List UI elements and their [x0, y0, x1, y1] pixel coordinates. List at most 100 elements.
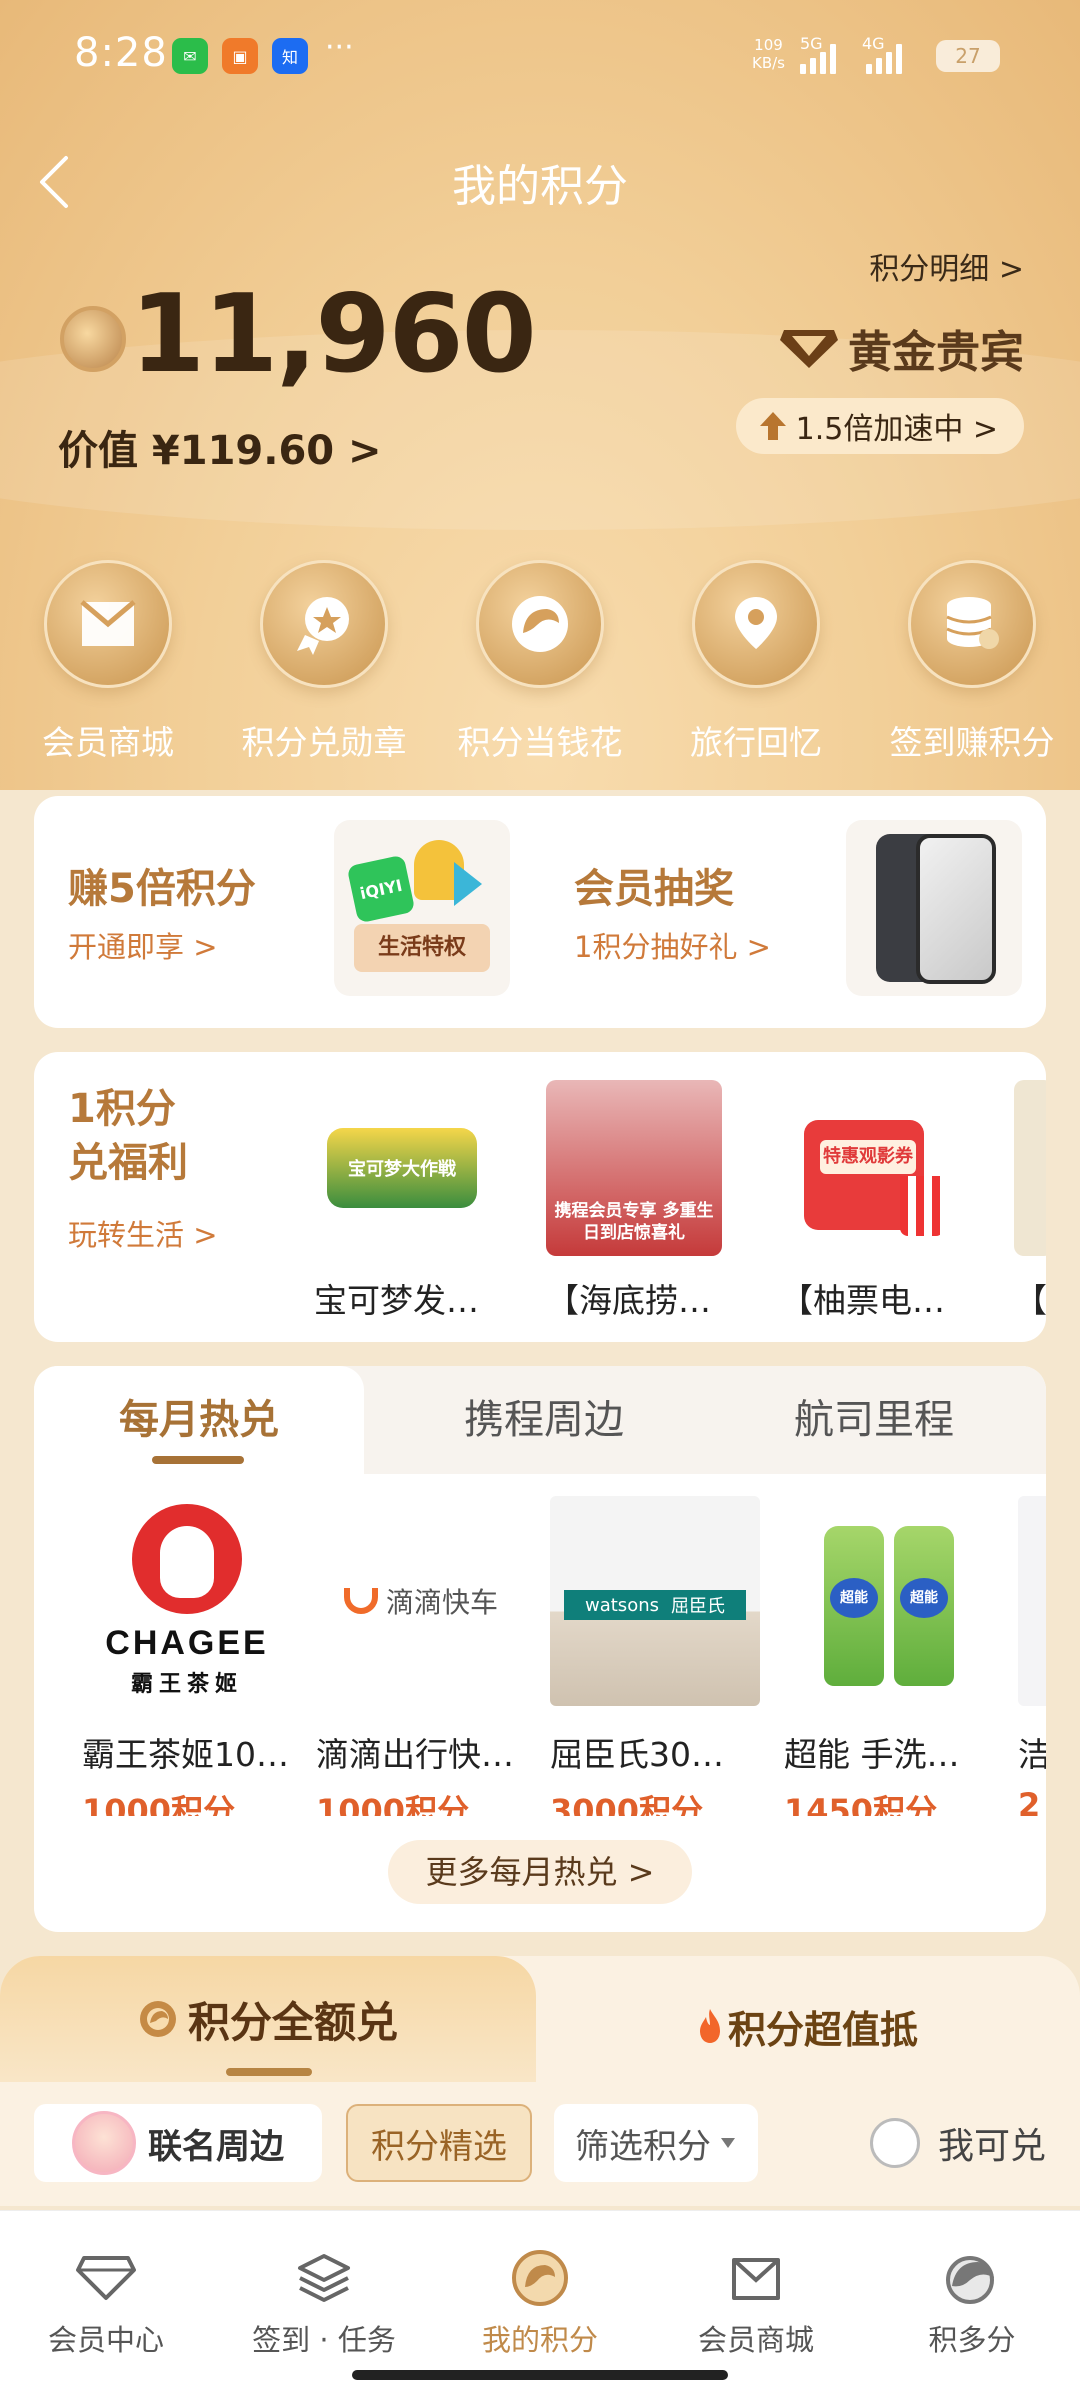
exchange-section: 积分全额兑 积分超值抵 联名周边 积分精选 筛选积分 我可兑: [0, 1956, 1080, 2206]
product-card[interactable]: 洁 2: [1018, 1496, 1046, 1816]
nav-label: 会员中心: [47, 2323, 164, 2357]
iqiyi-privilege-image: iQIYI 生活特权: [334, 820, 510, 996]
hot-tabs: 每月热兑 携程周边 航司里程: [34, 1366, 1046, 1474]
promo-title-earn: 赚5倍积分: [68, 866, 256, 912]
quick-action-medal[interactable]: 积分兑勋章: [221, 560, 427, 780]
page: 8:28 ✉ ▣ 知 ··· 109 KB/s 5G 4G 27 我的积分 积分…: [0, 0, 1080, 2400]
can-exchange-label: 我可兑: [937, 2126, 1046, 2167]
watsons-logo: watsons 屈臣氏: [564, 1590, 746, 1620]
product-card[interactable]: CHAGEE 霸王茶姬 霸王茶姬10… 1000积分: [82, 1496, 292, 1816]
welfare-item-name: 【海底捞…: [546, 1281, 711, 1320]
tab-value-offset[interactable]: 积分超值抵: [536, 1970, 1080, 2082]
nav-label: 积多分: [928, 2323, 1016, 2357]
didi-thumb: 滴滴快车: [316, 1496, 526, 1706]
caret-down-icon: [721, 2138, 735, 2148]
welfare-item-name: 宝可梦发…: [314, 1281, 479, 1320]
signal-5g-icon: [800, 40, 836, 74]
phone-front: [916, 834, 996, 984]
mall-bag-icon: [724, 2249, 788, 2307]
detergent-thumb: 超能 超能: [784, 1496, 994, 1706]
battery-icon: 27: [936, 40, 1000, 72]
more-monthly-hot-button[interactable]: 更多每月热兑 >: [388, 1840, 692, 1904]
movie-ticket-thumb: 特惠观影券: [780, 1080, 956, 1256]
nav-member-center[interactable]: 会员中心: [6, 2249, 206, 2359]
welfare-card: 1积分 兑福利 玩转生活 > 宝可梦大作戦 宝可梦发… 携程会员专享 多重生日到…: [34, 1052, 1046, 1342]
nav-earn-more[interactable]: 积多分: [872, 2249, 1072, 2359]
iqiyi-logo: iQIYI: [346, 854, 416, 924]
nav-label: 我的积分: [481, 2323, 598, 2357]
coin-icon: [476, 560, 604, 688]
filter-points-dropdown[interactable]: 筛选积分: [554, 2104, 758, 2182]
home-indicator[interactable]: [352, 2370, 728, 2380]
product-points: 3000积分: [550, 1792, 704, 1816]
product-card[interactable]: 滴滴快车 滴滴出行快… 1000积分: [316, 1496, 526, 1816]
welfare-title: 1积分 兑福利: [68, 1086, 188, 1186]
can-exchange-toggle[interactable]: 我可兑: [869, 2104, 1046, 2182]
arrow-up-icon: [759, 412, 786, 440]
hot-exchange-card: 每月热兑 携程周边 航司里程 CHAGEE 霸王茶姬 霸王茶姬10… 1000积…: [34, 1366, 1046, 1932]
points-value-link[interactable]: 价值 ¥119.60 >: [58, 418, 382, 476]
points-coin-icon: [508, 2249, 572, 2307]
quick-action-travel[interactable]: 旅行回忆: [653, 560, 859, 780]
welfare-item[interactable]: 特惠观影券 【柚票电…: [780, 1080, 956, 1322]
layers-icon: [292, 2249, 356, 2307]
dolphin-icon: [940, 2249, 1004, 2307]
map-pin-icon: [692, 560, 820, 688]
popcorn-icon: [900, 1176, 944, 1236]
quick-action-label: 会员商城: [42, 723, 174, 762]
welfare-item[interactable]: 携程会员专享 多重生日到店惊喜礼 【海底捞…: [546, 1080, 722, 1322]
product-name: 霸王茶姬10…: [82, 1735, 289, 1774]
promo-title-lottery: 会员抽奖: [574, 866, 734, 912]
points-coin-icon: [60, 306, 126, 372]
nav-label: 会员商城: [697, 2323, 814, 2357]
diamond-icon: [74, 2249, 138, 2307]
product-points: 1450积分: [784, 1792, 938, 1816]
member-tier-badge[interactable]: 黄金贵宾: [778, 316, 1024, 380]
nav-my-points[interactable]: 我的积分: [440, 2249, 640, 2359]
nav-checkin-tasks[interactable]: 签到 · 任务: [224, 2249, 424, 2359]
play-icon: [454, 862, 482, 906]
medal-icon: [260, 560, 388, 688]
quick-action-label: 签到赚积分: [889, 723, 1055, 762]
can-exchange-radio[interactable]: [869, 2118, 920, 2168]
coin-icon: [139, 2001, 176, 2037]
product-thumb: [1018, 1496, 1046, 1706]
quick-action-checkin[interactable]: 签到赚积分: [869, 560, 1075, 780]
coin-stack-icon: [908, 560, 1036, 688]
welfare-item[interactable]: 【: [1014, 1080, 1046, 1322]
quick-action-coin[interactable]: 积分当钱花: [437, 560, 643, 780]
haidilao-thumb: 携程会员专享 多重生日到店惊喜礼: [546, 1080, 722, 1256]
didi-logo: [343, 1588, 378, 1614]
boost-status-button[interactable]: 1.5倍加速中 >: [735, 398, 1024, 454]
tab-full-exchange[interactable]: 积分全额兑: [0, 1956, 536, 2082]
welfare-item-name: 【柚票电…: [780, 1281, 945, 1320]
welfare-item[interactable]: 宝可梦大作戦 宝可梦发…: [314, 1080, 490, 1322]
nav-member-mall[interactable]: 会员商城: [656, 2249, 856, 2359]
shop-app-icon: ▣: [222, 38, 258, 74]
quick-action-label: 旅行回忆: [690, 723, 822, 762]
more-notifications-icon: ···: [325, 30, 354, 65]
promo-sub-earn: 开通即享 >: [68, 930, 218, 964]
product-name: 滴滴出行快…: [316, 1735, 514, 1774]
chip-points-selected[interactable]: 积分精选: [346, 2104, 532, 2182]
zhihu-icon: 知: [272, 38, 308, 74]
tab-active-indicator: [152, 1456, 244, 1464]
nav-label: 签到 · 任务: [252, 2323, 396, 2357]
filter-points-label: 筛选积分: [575, 2126, 711, 2167]
exchange-filters: 联名周边 积分精选 筛选积分 我可兑: [34, 2104, 1046, 2184]
status-bar: 8:28 ✉ ▣ 知 ··· 109 KB/s 5G 4G 27: [0, 0, 1080, 110]
product-card[interactable]: watsons 屈臣氏 屈臣氏30… 3000积分: [550, 1496, 760, 1816]
phone-prize-image: [846, 820, 1022, 996]
quick-action-mall[interactable]: 会员商城: [5, 560, 211, 780]
tab-airline-miles[interactable]: 航司里程: [724, 1366, 1024, 1474]
promo-card: 赚5倍积分 开通即享 > iQIYI 生活特权 会员抽奖 1积分抽好礼 >: [34, 796, 1046, 1028]
points-detail-link[interactable]: 积分明细 >: [869, 244, 1024, 288]
exchange-tab-indicator: [226, 2068, 312, 2076]
product-points: 2: [1018, 1786, 1041, 1816]
welfare-sub-link[interactable]: 玩转生活 >: [68, 1212, 218, 1254]
chip-ip-merch[interactable]: 联名周边: [34, 2104, 322, 2182]
tab-ctrip-merch[interactable]: 携程周边: [384, 1366, 704, 1474]
tab-value-offset-label: 积分超值抵: [727, 2007, 918, 2052]
product-card[interactable]: 超能 超能 超能 手洗… 1450积分: [784, 1496, 994, 1816]
status-time: 8:28: [74, 30, 168, 76]
